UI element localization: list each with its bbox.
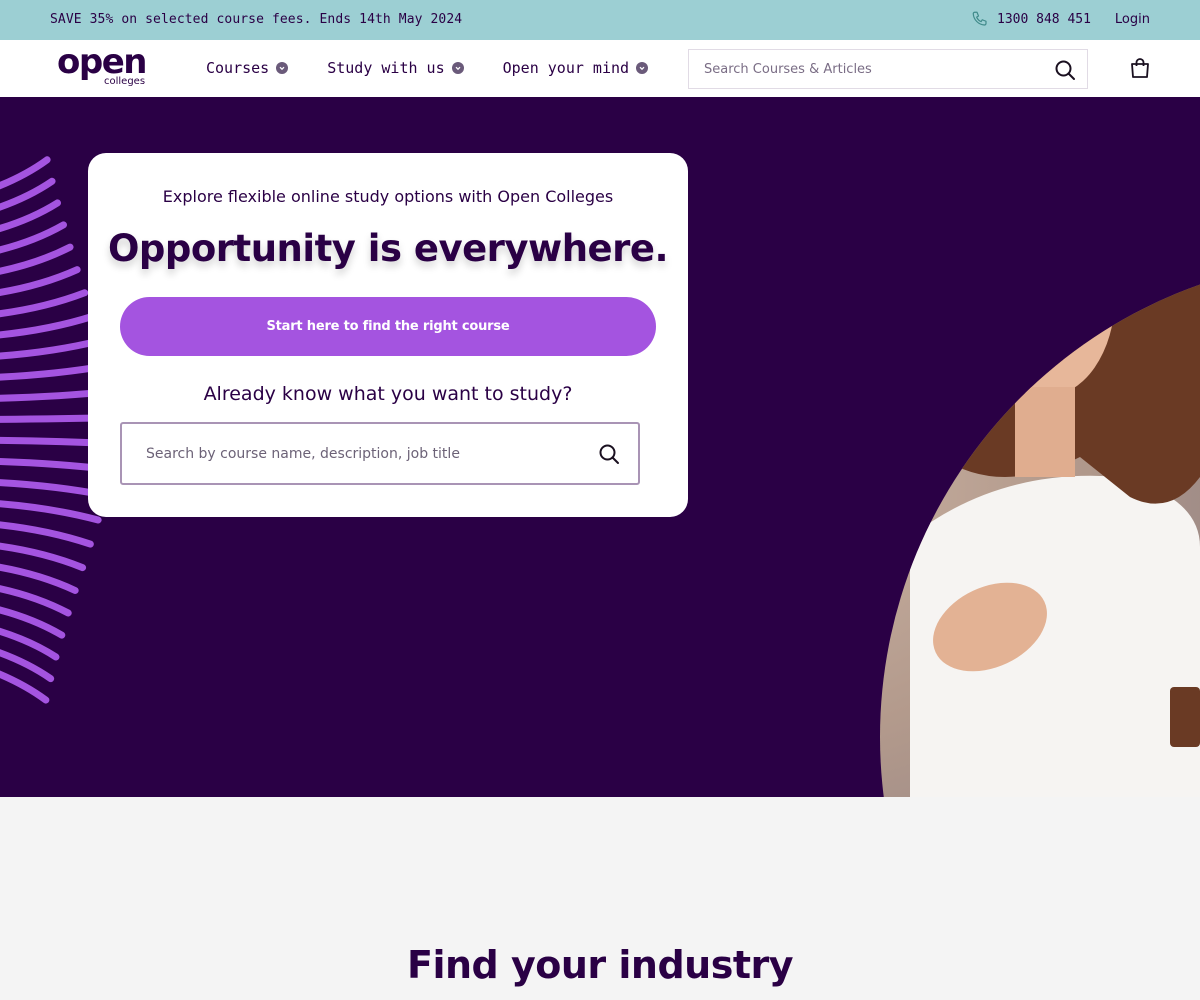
arc-stroke <box>0 243 74 275</box>
arc-stroke <box>0 289 89 318</box>
svg-text:- colours: - colours <box>535 691 588 712</box>
login-link[interactable]: Login <box>1115 12 1150 27</box>
phone-icon <box>972 11 987 26</box>
hero-title: Opportunity is everywhere. <box>107 227 669 270</box>
nav-item-open-your-mind[interactable]: Open your mind <box>502 59 649 77</box>
arc-stroke <box>0 337 104 360</box>
search-icon[interactable] <box>597 442 621 466</box>
hero-subtitle: Explore flexible online study options wi… <box>162 187 614 206</box>
svg-text:- logos: - logos <box>535 708 577 727</box>
hero-card: Explore flexible online study options wi… <box>88 153 688 517</box>
course-search-input[interactable] <box>122 424 582 483</box>
logo-subtext: colleges <box>104 76 146 87</box>
header-search <box>688 49 1088 89</box>
hero-section: BRANDING - colours - logos Explore flexi… <box>0 97 1200 797</box>
nav-item-study-with-us[interactable]: Study with us <box>327 59 464 77</box>
arc-stroke <box>0 521 94 548</box>
industry-section: Find your industry <box>0 797 1200 1000</box>
course-search <box>120 422 640 485</box>
promo-right: 1300 848 451 Login <box>971 10 1150 28</box>
find-course-button[interactable]: Start here to find the right course <box>120 297 656 356</box>
phone-link[interactable]: 1300 848 451 <box>971 10 1091 28</box>
phone-number: 1300 848 451 <box>997 11 1091 27</box>
promo-bar: SAVE 35% on selected course fees. Ends 1… <box>0 0 1200 40</box>
chevron-down-icon <box>451 62 464 74</box>
search-prompt: Already know what you want to study? <box>203 383 573 405</box>
arc-stroke <box>0 542 87 572</box>
svg-text:BRANDING: BRANDING <box>539 670 616 699</box>
promo-text: SAVE 35% on selected course fees. Ends 1… <box>50 12 463 27</box>
arc-stroke <box>0 312 96 339</box>
header-search-input[interactable] <box>689 50 1044 88</box>
industry-title: Find your industry <box>407 943 794 987</box>
nav-item-courses[interactable]: Courses <box>206 59 289 77</box>
arc-stroke <box>0 266 81 296</box>
arc-stroke <box>0 585 72 617</box>
nav-item-label: Open your mind <box>502 59 630 77</box>
chevron-down-icon <box>276 62 289 74</box>
arc-stroke <box>0 500 102 524</box>
logo[interactable]: open colleges <box>57 42 152 92</box>
main-nav: Courses Study with us Open your mind <box>206 59 649 77</box>
nav-item-label: Courses <box>206 59 270 77</box>
chevron-down-icon <box>636 62 649 74</box>
shopping-bag-icon[interactable] <box>1128 56 1152 80</box>
nav-item-label: Study with us <box>327 59 445 77</box>
site-header: open colleges Courses Study with us Open… <box>0 40 1200 97</box>
arc-stroke <box>0 563 79 595</box>
search-icon[interactable] <box>1053 58 1077 82</box>
